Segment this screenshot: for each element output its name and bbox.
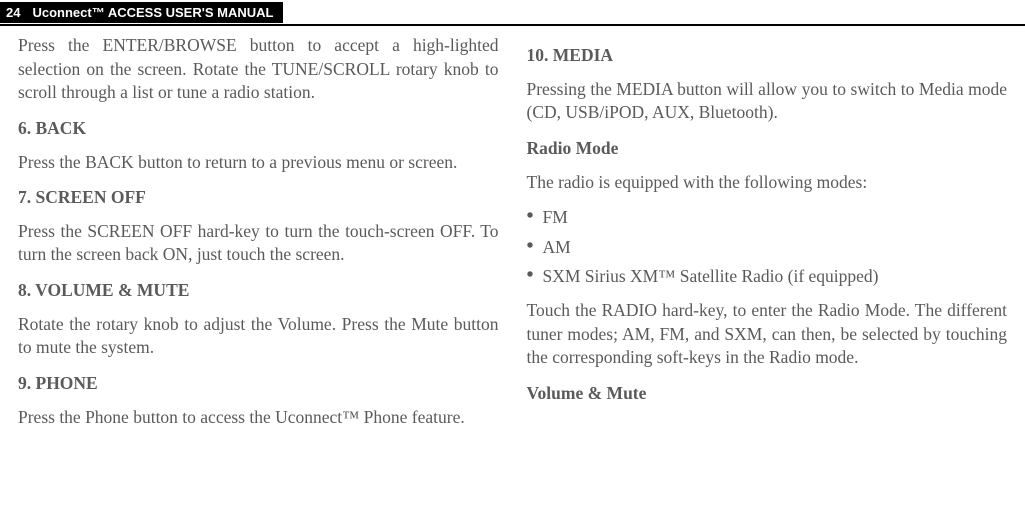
bullet-icon: • — [527, 236, 543, 260]
bullet-icon: • — [527, 265, 543, 289]
section-heading-radio-mode: Radio Mode — [527, 137, 1008, 161]
bullet-text: FM — [543, 206, 1008, 230]
list-item: • FM — [527, 206, 1008, 230]
list-item: • SXM Sirius XM™ Satellite Radio (if equ… — [527, 265, 1008, 289]
list-item: • AM — [527, 236, 1008, 260]
left-column: Press the ENTER/BROWSE button to accept … — [18, 34, 499, 441]
right-column: 10. MEDIA Pressing the MEDIA button will… — [527, 34, 1008, 441]
body-text: Press the ENTER/BROWSE button to accept … — [18, 34, 499, 105]
body-text: Pressing the MEDIA button will allow you… — [527, 78, 1008, 125]
section-heading-volume-mute-2: Volume & Mute — [527, 382, 1008, 406]
section-heading-volume-mute: 8. VOLUME & MUTE — [18, 279, 499, 303]
bullet-text: AM — [543, 236, 1008, 260]
body-text: Touch the RADIO hard-key, to enter the R… — [527, 299, 1008, 370]
page-number: 24 — [0, 2, 28, 23]
header-bar: 24 Uconnect™ ACCESS USER'S MANUAL — [0, 0, 1025, 24]
content-columns: Press the ENTER/BROWSE button to accept … — [0, 26, 1025, 451]
body-text: Rotate the rotary knob to adjust the Vol… — [18, 313, 499, 360]
bullet-icon: • — [527, 206, 543, 230]
body-text: Press the BACK button to return to a pre… — [18, 151, 499, 175]
body-text: The radio is equipped with the following… — [527, 171, 1008, 195]
section-heading-phone: 9. PHONE — [18, 372, 499, 396]
body-text: Press the Phone button to access the Uco… — [18, 406, 499, 430]
section-heading-media: 10. MEDIA — [527, 44, 1008, 68]
section-heading-screen-off: 7. SCREEN OFF — [18, 186, 499, 210]
manual-page: 24 Uconnect™ ACCESS USER'S MANUAL Press … — [0, 0, 1025, 509]
body-text: Press the SCREEN OFF hard-key to turn th… — [18, 220, 499, 267]
section-heading-back: 6. BACK — [18, 117, 499, 141]
bullet-text: SXM Sirius XM™ Satellite Radio (if equip… — [543, 265, 1008, 289]
manual-title: Uconnect™ ACCESS USER'S MANUAL — [28, 2, 283, 23]
